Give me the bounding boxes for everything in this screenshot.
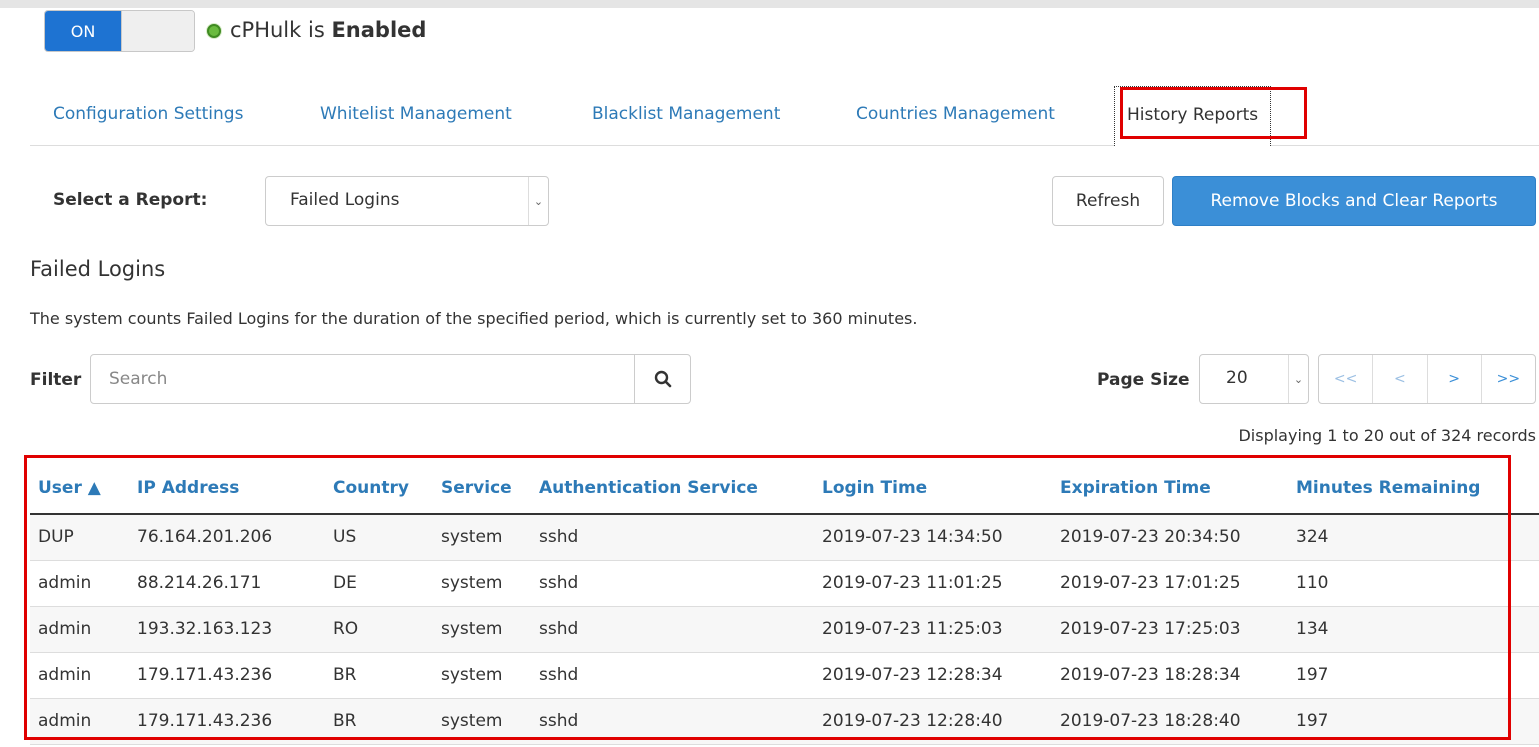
status-indicator-icon: [207, 24, 221, 38]
cphulk-toggle[interactable]: ON: [44, 10, 195, 52]
cell-minutes-remaining: 134: [1288, 606, 1539, 653]
cell-user: admin: [30, 698, 129, 745]
toggle-off-side: [121, 11, 194, 51]
tab-configuration-settings[interactable]: Configuration Settings: [53, 104, 243, 124]
filter-field: [90, 354, 691, 404]
tab-blacklist-management[interactable]: Blacklist Management: [592, 104, 780, 124]
cell-ip-address: 76.164.201.206: [129, 514, 325, 561]
cell-ip-address: 179.171.43.236: [129, 698, 325, 745]
failed-logins-table: User ▲ IP Address Country Service Authen…: [30, 462, 1539, 745]
table-row: admin 179.171.43.236 BR system sshd 2019…: [30, 698, 1539, 745]
cell-authentication-service: sshd: [531, 652, 814, 699]
cell-expiration-time: 2019-07-23 18:28:40: [1052, 698, 1288, 745]
column-header-user[interactable]: User ▲: [30, 462, 129, 515]
cell-authentication-service: sshd: [531, 514, 814, 561]
tab-countries-management[interactable]: Countries Management: [856, 104, 1055, 124]
section-description: The system counts Failed Logins for the …: [30, 309, 918, 328]
cell-expiration-time: 2019-07-23 17:25:03: [1052, 606, 1288, 653]
select-report-label: Select a Report:: [53, 190, 208, 210]
page-size-value: 20: [1226, 368, 1248, 388]
cell-ip-address: 193.32.163.123: [129, 606, 325, 653]
table-row: admin 179.171.43.236 BR system sshd 2019…: [30, 652, 1539, 699]
first-page-button[interactable]: <<: [1319, 355, 1372, 403]
column-header-expiration-time[interactable]: Expiration Time: [1052, 462, 1288, 515]
filter-label: Filter: [30, 370, 82, 390]
tab-bar: Configuration Settings Whitelist Managem…: [30, 86, 1539, 146]
cell-login-time: 2019-07-23 14:34:50: [814, 514, 1052, 561]
page-size-label: Page Size: [1097, 370, 1190, 390]
chevron-down-icon: ⌄: [528, 177, 548, 225]
last-page-button[interactable]: >>: [1480, 355, 1535, 403]
cphulk-status: cPHulk is Enabled: [230, 18, 426, 42]
report-select[interactable]: Failed Logins ⌄: [265, 176, 549, 226]
status-state: Enabled: [331, 18, 427, 42]
cell-service: system: [433, 698, 531, 745]
cell-ip-address: 88.214.26.171: [129, 560, 325, 607]
cell-user: admin: [30, 560, 129, 607]
report-select-value: Failed Logins: [290, 190, 400, 210]
table-header-row: User ▲ IP Address Country Service Authen…: [30, 462, 1539, 515]
status-prefix: cPHulk is: [230, 18, 325, 42]
cell-authentication-service: sshd: [531, 698, 814, 745]
toggle-on-label: ON: [45, 11, 121, 51]
cell-service: system: [433, 514, 531, 561]
chevron-down-icon: ⌄: [1288, 355, 1308, 403]
cell-ip-address: 179.171.43.236: [129, 652, 325, 699]
cell-minutes-remaining: 110: [1288, 560, 1539, 607]
cell-country: US: [325, 514, 433, 561]
column-header-country[interactable]: Country: [325, 462, 433, 515]
cell-login-time: 2019-07-23 12:28:40: [814, 698, 1052, 745]
cell-minutes-remaining: 197: [1288, 652, 1539, 699]
cell-minutes-remaining: 324: [1288, 514, 1539, 561]
cell-expiration-time: 2019-07-23 17:01:25: [1052, 560, 1288, 607]
cell-service: system: [433, 606, 531, 653]
cell-country: RO: [325, 606, 433, 653]
prev-page-button[interactable]: <: [1372, 355, 1426, 403]
column-header-ip-address[interactable]: IP Address: [129, 462, 325, 515]
cell-login-time: 2019-07-23 11:01:25: [814, 560, 1052, 607]
cell-country: DE: [325, 560, 433, 607]
cell-authentication-service: sshd: [531, 560, 814, 607]
cell-service: system: [433, 560, 531, 607]
records-count: Displaying 1 to 20 out of 324 records: [1238, 426, 1536, 445]
tab-whitelist-management[interactable]: Whitelist Management: [320, 104, 512, 124]
page-size-select[interactable]: 20 ⌄: [1199, 354, 1309, 404]
column-header-minutes-remaining[interactable]: Minutes Remaining: [1288, 462, 1539, 515]
cell-country: BR: [325, 652, 433, 699]
search-icon: [654, 370, 671, 388]
cell-country: BR: [325, 698, 433, 745]
cell-user: admin: [30, 652, 129, 699]
cell-minutes-remaining: 197: [1288, 698, 1539, 745]
next-page-button[interactable]: >: [1426, 355, 1481, 403]
pagination: << < > >>: [1318, 354, 1536, 404]
table-row: DUP 76.164.201.206 US system sshd 2019-0…: [30, 514, 1539, 561]
refresh-button[interactable]: Refresh: [1052, 176, 1164, 226]
cell-user: admin: [30, 606, 129, 653]
cell-authentication-service: sshd: [531, 606, 814, 653]
column-header-login-time[interactable]: Login Time: [814, 462, 1052, 515]
cell-user: DUP: [30, 514, 129, 561]
cell-login-time: 2019-07-23 11:25:03: [814, 606, 1052, 653]
table-row: admin 193.32.163.123 RO system sshd 2019…: [30, 606, 1539, 653]
column-header-authentication-service[interactable]: Authentication Service: [531, 462, 814, 515]
remove-blocks-clear-reports-button[interactable]: Remove Blocks and Clear Reports: [1172, 176, 1536, 226]
cell-service: system: [433, 652, 531, 699]
cell-expiration-time: 2019-07-23 18:28:34: [1052, 652, 1288, 699]
section-title: Failed Logins: [30, 257, 166, 281]
cell-login-time: 2019-07-23 12:28:34: [814, 652, 1052, 699]
column-header-service[interactable]: Service: [433, 462, 531, 515]
cell-expiration-time: 2019-07-23 20:34:50: [1052, 514, 1288, 561]
search-button[interactable]: [634, 355, 690, 403]
tab-highlight-box: [1120, 87, 1307, 139]
top-band: [0, 0, 1539, 8]
search-input[interactable]: [91, 355, 635, 403]
table-row: admin 88.214.26.171 DE system sshd 2019-…: [30, 560, 1539, 607]
